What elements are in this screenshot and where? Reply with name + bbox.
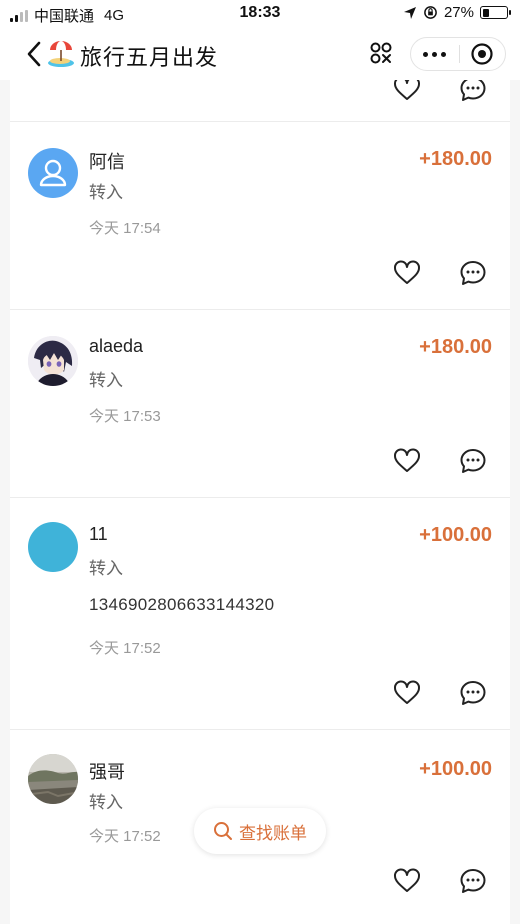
transaction-type: 转入 bbox=[89, 793, 123, 812]
payer-name: 强哥 bbox=[89, 762, 125, 782]
location-arrow-icon bbox=[403, 6, 416, 19]
nav-bar: 旅行五月出发 bbox=[0, 28, 520, 80]
transaction-amount: +180.00 bbox=[419, 336, 492, 358]
avatar[interactable] bbox=[28, 148, 78, 198]
comment-icon[interactable] bbox=[458, 678, 488, 708]
battery-percent: 27% bbox=[443, 4, 474, 21]
comment-icon[interactable] bbox=[458, 258, 488, 288]
miniapp-capsule bbox=[410, 37, 506, 71]
comment-icon[interactable] bbox=[458, 866, 488, 896]
target-close-icon bbox=[471, 43, 493, 65]
status-right: 27% bbox=[403, 4, 511, 21]
battery-icon bbox=[480, 6, 511, 19]
find-bill-button[interactable]: 查找账单 bbox=[194, 808, 326, 854]
page-title: 旅行五月出发 bbox=[80, 45, 219, 70]
transaction-feed[interactable]: 阿信 +180.00 转入 今天 17:54 alaeda +180.00 转入… bbox=[10, 80, 510, 924]
back-button[interactable] bbox=[20, 36, 48, 72]
comment-icon[interactable] bbox=[458, 80, 488, 104]
transaction-memo: 13469028066331443​20 bbox=[89, 595, 275, 614]
heart-icon[interactable] bbox=[392, 258, 422, 288]
transaction-amount: +180.00 bbox=[419, 148, 492, 170]
previous-entry-actions bbox=[10, 80, 510, 122]
transaction-amount: +100.00 bbox=[419, 524, 492, 546]
close-miniapp-button[interactable] bbox=[459, 38, 505, 70]
heart-icon[interactable] bbox=[392, 678, 422, 708]
transaction-time: 今天 17:52 bbox=[89, 828, 161, 845]
landscape-photo-avatar-icon bbox=[28, 754, 78, 804]
avatar[interactable] bbox=[28, 754, 78, 804]
payer-name: 11 bbox=[89, 524, 108, 544]
transaction-type: 转入 bbox=[89, 371, 123, 390]
transaction-time: 今天 17:52 bbox=[89, 640, 161, 657]
orientation-lock-icon bbox=[424, 6, 437, 19]
payer-name: 阿信 bbox=[89, 152, 125, 172]
comment-icon[interactable] bbox=[458, 446, 488, 476]
status-bar: 中国联通 4G 18:33 27% bbox=[0, 0, 520, 28]
transaction-type: 转入 bbox=[89, 559, 123, 578]
scan-qr-icon[interactable] bbox=[366, 38, 396, 68]
transaction-amount: +100.00 bbox=[419, 758, 492, 780]
avatar[interactable] bbox=[28, 336, 78, 386]
beach-umbrella-icon bbox=[48, 41, 74, 67]
anime-character-avatar-icon bbox=[28, 336, 78, 386]
transaction-type: 转入 bbox=[89, 183, 123, 202]
search-icon bbox=[214, 822, 232, 840]
avatar[interactable] bbox=[28, 522, 78, 572]
transaction-entry[interactable]: alaeda +180.00 转入 今天 17:53 bbox=[10, 310, 510, 498]
payer-name: alaeda bbox=[89, 336, 144, 356]
chevron-left-icon bbox=[27, 41, 41, 67]
transaction-time: 今天 17:53 bbox=[89, 408, 161, 425]
heart-icon[interactable] bbox=[392, 446, 422, 476]
transaction-entry[interactable]: 阿信 +180.00 转入 今天 17:54 bbox=[10, 122, 510, 310]
transaction-time: 今天 17:54 bbox=[89, 220, 161, 237]
heart-icon[interactable] bbox=[392, 80, 422, 104]
more-menu-button[interactable] bbox=[411, 38, 459, 70]
find-bill-label: 查找账单 bbox=[239, 823, 307, 843]
person-silhouette-icon bbox=[39, 159, 67, 187]
transaction-entry[interactable]: 11 +100.00 转入 13469028066331443​20 今天 17… bbox=[10, 498, 510, 730]
heart-icon[interactable] bbox=[392, 866, 422, 896]
